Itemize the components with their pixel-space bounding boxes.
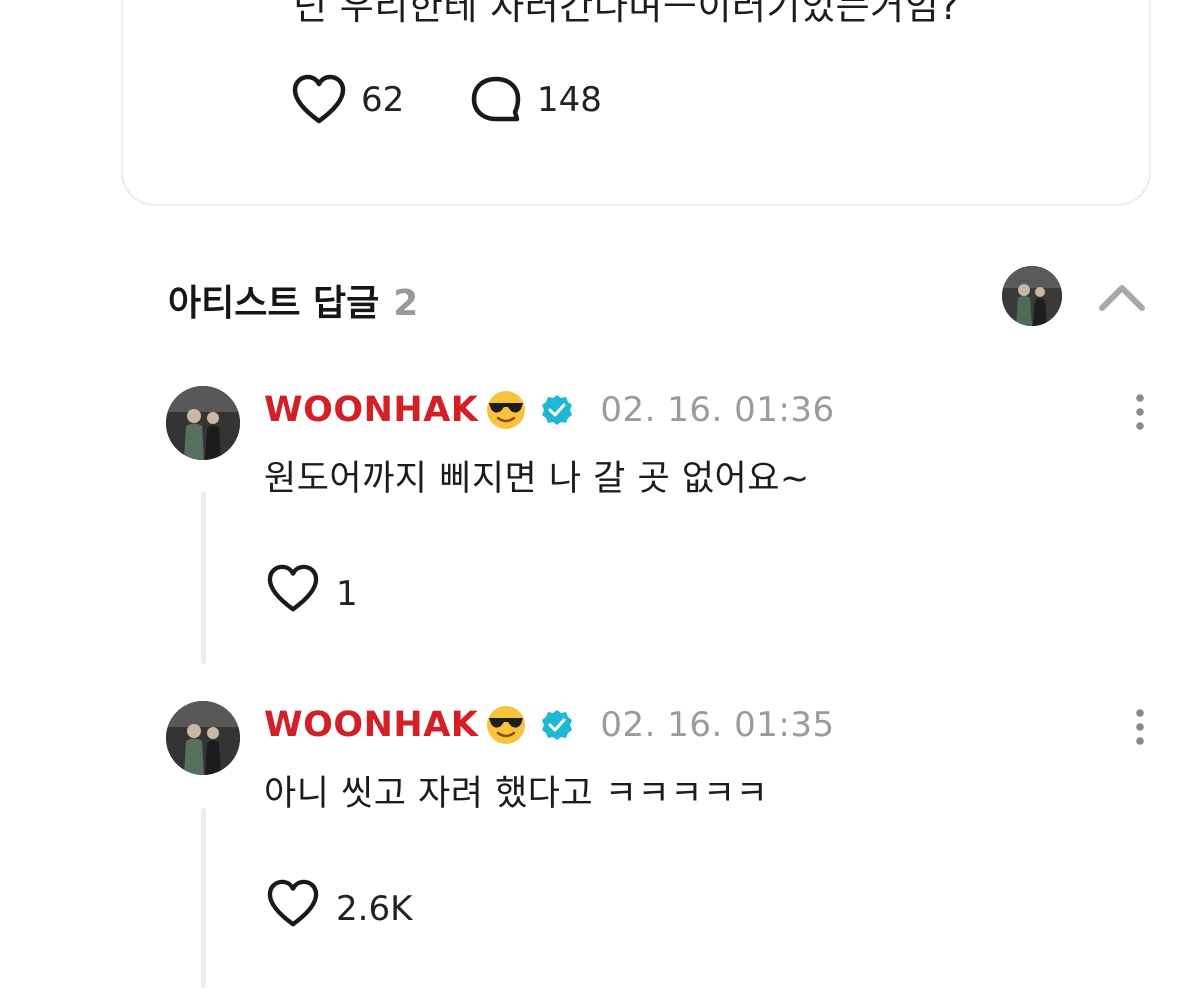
reply-header: WOONHAK 02. 16. 01:35: [264, 703, 835, 747]
artist-replies-header: 아티스트 답글 2: [168, 274, 418, 326]
reply-like-button[interactable]: 2.6K: [266, 879, 412, 938]
more-options-icon[interactable]: [1130, 707, 1150, 747]
more-options-icon[interactable]: [1130, 392, 1150, 432]
post-like-count: 62: [361, 80, 405, 120]
verified-badge-icon: [542, 710, 573, 740]
reply-like-count: 1: [336, 573, 358, 614]
reply-like-button[interactable]: 1: [266, 564, 358, 623]
reply-author-avatar[interactable]: [166, 386, 240, 460]
post-comment-button[interactable]: 148: [469, 74, 602, 126]
reply-text: 아니 씻고 자려 했다고 ㅋㅋㅋㅋㅋ: [264, 774, 769, 814]
speech-bubble-icon: [469, 74, 523, 126]
verified-badge-icon: [542, 395, 573, 425]
post-like-button[interactable]: 62: [291, 74, 404, 126]
smiling-face-with-sunglasses-icon: [487, 391, 526, 429]
collapse-chevron-up-icon[interactable]: [1096, 276, 1148, 316]
heart-icon: [291, 74, 347, 126]
reply-header: WOONHAK 02. 16. 01:36: [264, 388, 835, 432]
reply-timestamp: 02. 16. 01:35: [600, 705, 835, 745]
reply-author-avatar[interactable]: [166, 701, 240, 775]
reply-text: 원도어까지 삐지면 나 갈 곳 없어요~: [264, 459, 810, 499]
artist-avatar-thumbnail[interactable]: [1002, 266, 1062, 326]
artist-replies-title: 아티스트 답글: [168, 283, 380, 324]
heart-icon: [266, 879, 320, 938]
reply-author-name[interactable]: WOONHAK: [264, 705, 478, 745]
reply-author-name[interactable]: WOONHAK: [264, 390, 478, 430]
smiling-face-with-sunglasses-icon: [487, 706, 526, 744]
thread-line: [201, 808, 206, 988]
thread-line: [201, 492, 206, 664]
post-text: 넌 우리한테 자러간다며ㅡ이러기있는거임?: [293, 0, 960, 28]
heart-icon: [266, 564, 320, 623]
artist-replies-count: 2: [393, 283, 419, 324]
reply-like-count: 2.6K: [336, 888, 413, 929]
post-comment-count: 148: [537, 80, 602, 120]
post-card[interactable]: 넌 우리한테 자러간다며ㅡ이러기있는거임? 62 148: [121, 0, 1151, 206]
reply-timestamp: 02. 16. 01:36: [600, 390, 835, 430]
